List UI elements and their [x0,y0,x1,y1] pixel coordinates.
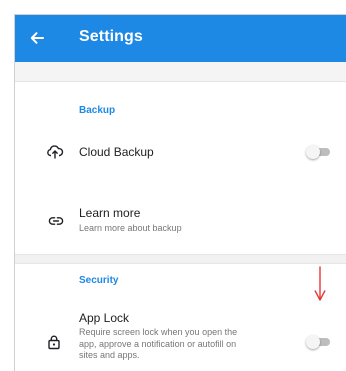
learn-more-row[interactable]: Learn more Learn more about backup [15,201,346,241]
back-button[interactable] [23,24,51,52]
cloud-backup-row[interactable]: Cloud Backup [15,133,346,171]
app-lock-label: App Lock [79,311,130,325]
app-lock-subtitle-line-1: Require screen lock when you open the [79,327,238,337]
section-divider [15,254,346,264]
app-lock-toggle[interactable] [306,335,332,349]
app-lock-subtitle-line-2: app, approve a notification or autofill … [79,338,237,349]
cloud-backup-toggle[interactable] [306,145,332,159]
learn-more-label: Learn more [79,206,141,220]
cloud-backup-label: Cloud Backup [79,145,154,159]
lock-icon [46,334,62,350]
section-header-backup: Backup [79,105,116,116]
settings-screen: Settings Backup Cloud Backup Learn more … [14,14,346,371]
red-arrow-down-icon [314,266,326,301]
app-lock-row[interactable]: App Lock Require screen lock when you op… [15,307,346,367]
top-spacer [15,62,346,82]
app-bar: Settings [15,15,346,62]
cloud-sync-icon [46,143,64,161]
app-lock-subtitle-line-3: sites and apps. [79,350,140,360]
learn-more-subtitle: Learn more about backup [79,223,182,233]
link-icon [48,213,64,229]
section-header-security: Security [79,275,119,286]
arrow-left-icon [30,32,44,44]
page-title: Settings [79,28,143,45]
